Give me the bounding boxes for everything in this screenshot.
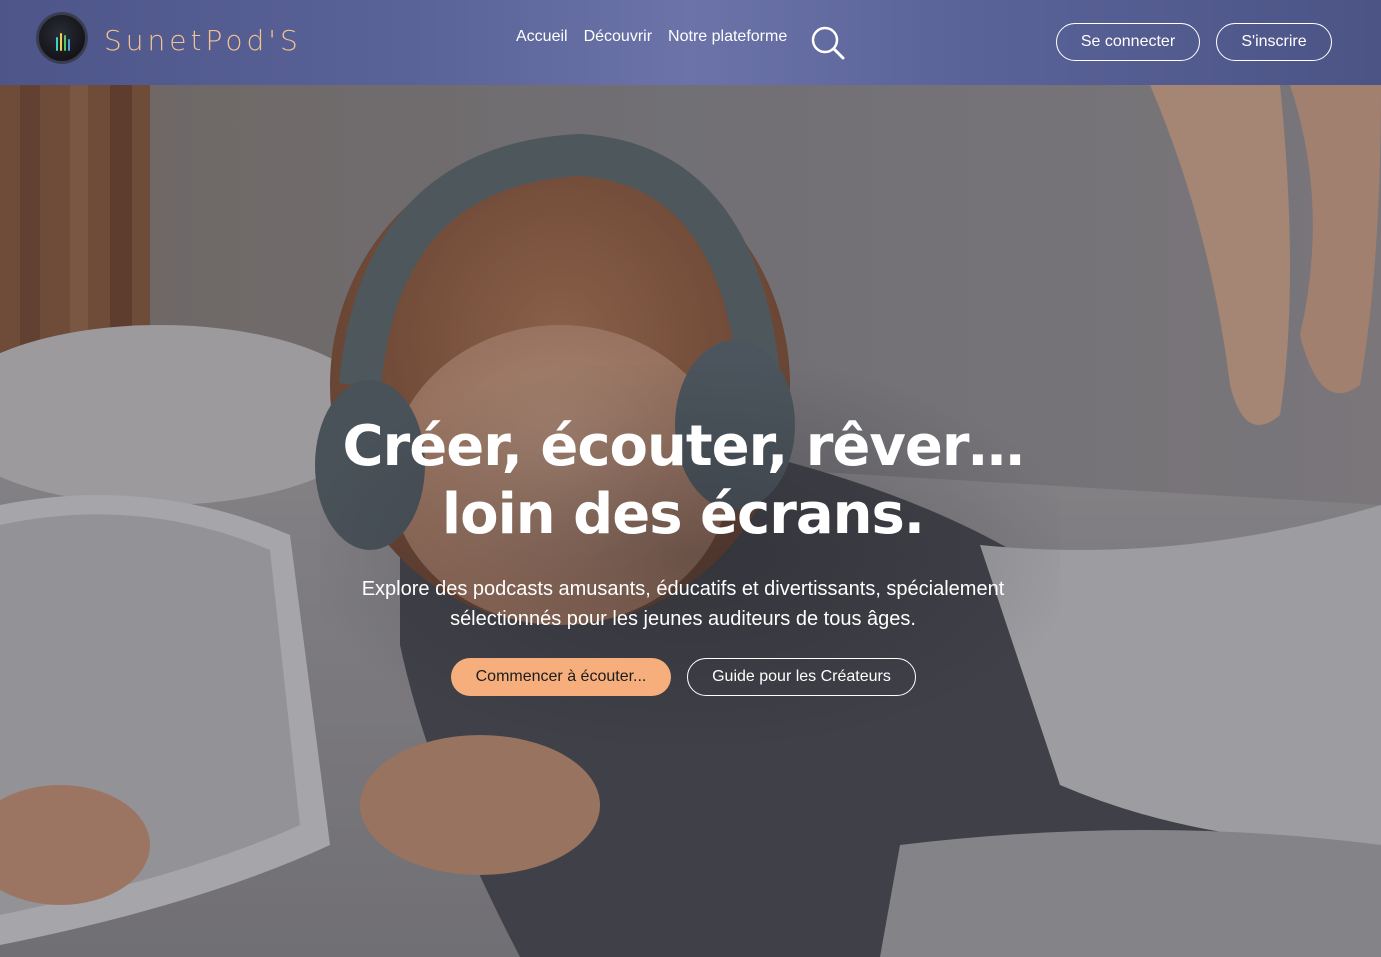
hero-section: Créer, écouter, rêver… loin des écrans. … xyxy=(0,85,1381,957)
nav-item-decouvrir[interactable]: Découvrir xyxy=(584,27,652,47)
main-nav: Accueil Découvrir Notre plateforme xyxy=(516,27,803,47)
search-icon[interactable] xyxy=(810,25,846,61)
hero-title-line-2: loin des écrans. xyxy=(441,482,925,547)
logo-icon[interactable] xyxy=(37,13,87,63)
login-button[interactable]: Se connecter xyxy=(1056,23,1200,61)
hero-title: Créer, écouter, rêver… loin des écrans. xyxy=(0,413,1366,549)
nav-item-notre-plateforme[interactable]: Notre plateforme xyxy=(668,27,787,47)
hero-subtitle: Explore des podcasts amusants, éducatifs… xyxy=(361,578,1005,630)
hero-title-line-1: Créer, écouter, rêver… xyxy=(342,414,1025,479)
top-navbar: SunetPod'S Accueil Découvrir Notre plate… xyxy=(0,0,1381,85)
nav-item-accueil[interactable]: Accueil xyxy=(516,27,568,47)
signup-button[interactable]: S'inscrire xyxy=(1216,23,1332,61)
brand-name[interactable]: SunetPod'S xyxy=(104,24,302,58)
creators-guide-button[interactable]: Guide pour les Créateurs xyxy=(687,658,916,696)
start-listening-button[interactable]: Commencer à écouter... xyxy=(451,658,671,696)
